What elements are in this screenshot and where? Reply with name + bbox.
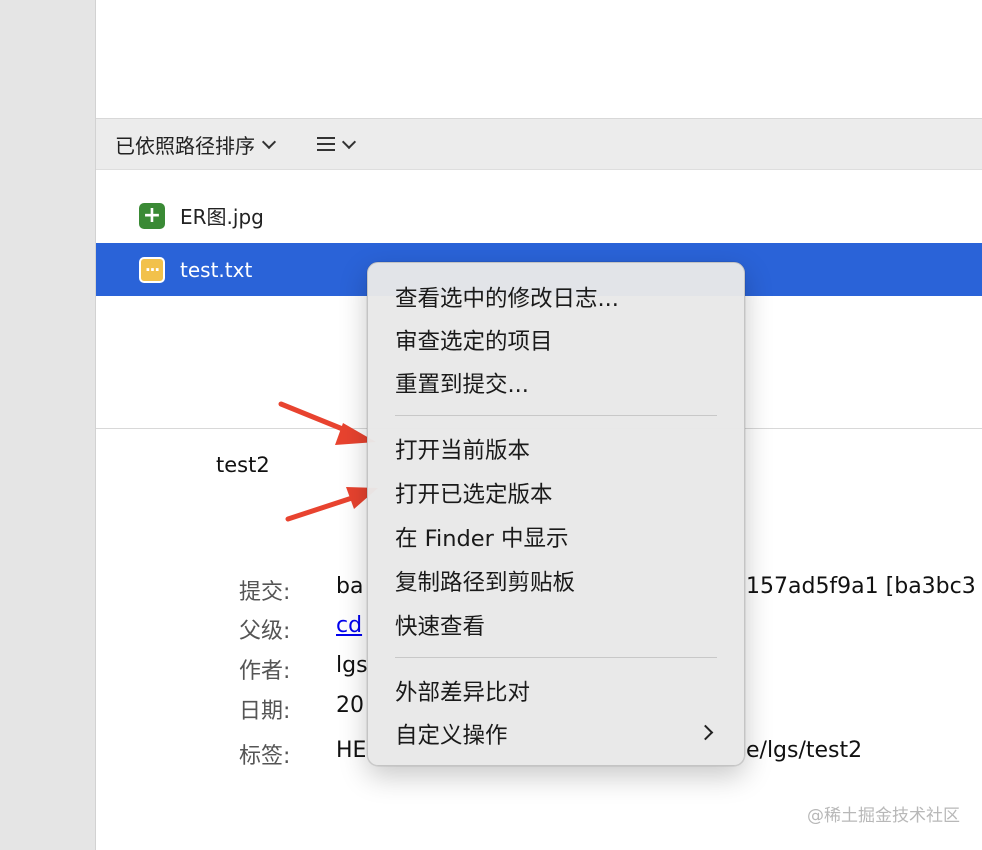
file-name: ER图.jpg xyxy=(180,205,264,229)
sort-dropdown[interactable]: 已依照路径排序 xyxy=(115,130,277,158)
date-label: 日期: xyxy=(239,699,291,724)
menu-item-reset-to-commit[interactable]: 重置到提交... xyxy=(377,363,735,403)
date-value: 20 xyxy=(336,693,364,718)
parent-label: 父级: xyxy=(239,619,291,644)
chevron-down-icon xyxy=(341,134,357,149)
commit-hash-prefix: ba xyxy=(336,574,364,599)
menu-item-custom-actions[interactable]: 自定义操作 xyxy=(377,714,735,754)
commit-hash-suffix: 157ad5f9a1 [ba3bc3 xyxy=(746,574,976,599)
file-name: test.txt xyxy=(180,257,253,282)
chevron-down-icon xyxy=(261,134,277,149)
file-list-toolbar: 已依照路径排序 xyxy=(96,119,982,170)
tags-suffix: e/lgs/test2 xyxy=(746,738,863,763)
menu-item-external-diff[interactable]: 外部差异比对 xyxy=(377,671,735,711)
menu-item-open-current-version[interactable]: 打开当前版本 xyxy=(377,429,735,469)
menu-item-label: 自定义操作 xyxy=(395,723,508,749)
menu-item-review-selected[interactable]: 审查选定的项目 xyxy=(377,320,735,360)
menu-item-open-selected-version[interactable]: 打开已选定版本 xyxy=(377,473,735,513)
list-icon xyxy=(317,136,335,152)
file-row-er[interactable]: + ER图.jpg xyxy=(96,189,982,242)
view-options-dropdown[interactable] xyxy=(317,130,357,158)
plus-icon: + xyxy=(139,202,165,229)
chevron-right-icon xyxy=(697,724,714,741)
tags-label: 标签: xyxy=(239,744,291,769)
top-panel xyxy=(96,0,982,119)
author-label: 作者: xyxy=(239,659,291,684)
menu-item-copy-path[interactable]: 复制路径到剪贴板 xyxy=(377,561,735,601)
sort-label: 已依照路径排序 xyxy=(115,133,255,158)
tags-prefix: HE xyxy=(336,738,367,763)
parent-link[interactable]: cd xyxy=(336,613,362,638)
sidebar-strip xyxy=(0,0,96,850)
commit-message: test2 xyxy=(216,453,270,477)
menu-separator xyxy=(395,415,717,416)
menu-item-quick-look[interactable]: 快速查看 xyxy=(377,605,735,645)
author-value: lgs xyxy=(336,653,368,678)
watermark: @稀土掘金技术社区 xyxy=(807,806,960,826)
ellipsis-icon: ··· xyxy=(139,256,165,283)
menu-separator xyxy=(395,657,717,658)
menu-item-view-log[interactable]: 查看选中的修改日志... xyxy=(377,277,735,317)
menu-item-show-in-finder[interactable]: 在 Finder 中显示 xyxy=(377,517,735,557)
context-menu: 查看选中的修改日志... 审查选定的项目 重置到提交... 打开当前版本 打开已… xyxy=(367,262,745,766)
commit-label: 提交: xyxy=(239,580,291,605)
